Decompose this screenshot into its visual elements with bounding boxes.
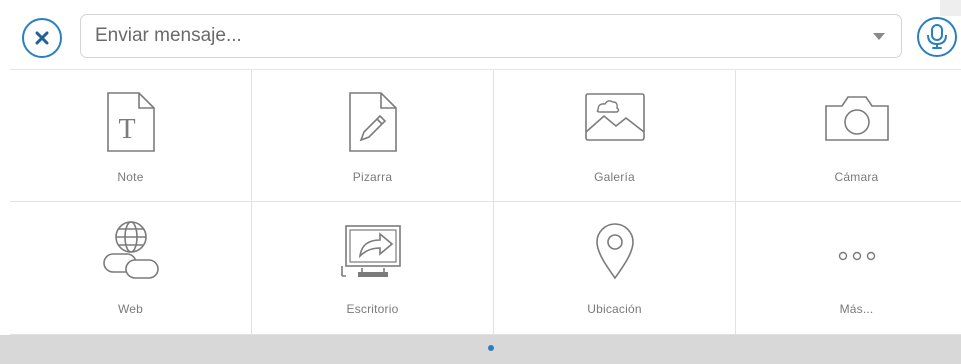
tile-label: Cámara [834, 170, 879, 184]
tile-label: Galería [594, 170, 635, 184]
tile-label: Más... [839, 302, 874, 316]
tile-mas[interactable]: Más... [736, 202, 961, 335]
message-input[interactable] [95, 15, 855, 57]
tile-galeria[interactable]: Galería [494, 70, 736, 202]
note-icon: T [106, 92, 155, 152]
camera-icon [824, 96, 889, 141]
attachment-grid: T Note Pizarra Galería Cámara Web Escrit… [10, 70, 961, 335]
location-pin-icon [595, 223, 634, 280]
tile-web[interactable]: Web [10, 202, 252, 335]
composer-bar [0, 0, 961, 70]
close-button[interactable] [22, 18, 62, 58]
tile-ubicacion[interactable]: Ubicación [494, 202, 736, 335]
tile-label: Pizarra [352, 170, 393, 184]
corner-strip [940, 0, 961, 16]
tile-pizarra[interactable]: Pizarra [252, 70, 494, 202]
page-indicator-dot[interactable] [488, 345, 494, 351]
desktop-share-icon [340, 225, 401, 277]
more-icon [838, 251, 875, 261]
tile-escritorio[interactable]: Escritorio [252, 202, 494, 335]
tile-label: Ubicación [587, 302, 642, 316]
tile-camara[interactable]: Cámara [736, 70, 961, 202]
pager-bar [0, 335, 961, 364]
gallery-icon [584, 93, 645, 141]
tile-label: Escritorio [346, 302, 399, 316]
tile-label: Note [117, 170, 144, 184]
web-link-icon [102, 221, 159, 279]
tile-label: Web [117, 302, 144, 316]
microphone-icon [927, 24, 947, 49]
tile-note[interactable]: T Note [10, 70, 252, 202]
message-field[interactable] [80, 14, 902, 58]
microphone-button[interactable] [917, 17, 957, 57]
svg-text:T: T [118, 114, 135, 145]
whiteboard-icon [348, 92, 397, 152]
close-icon [35, 31, 49, 45]
chevron-down-icon[interactable] [873, 33, 885, 40]
